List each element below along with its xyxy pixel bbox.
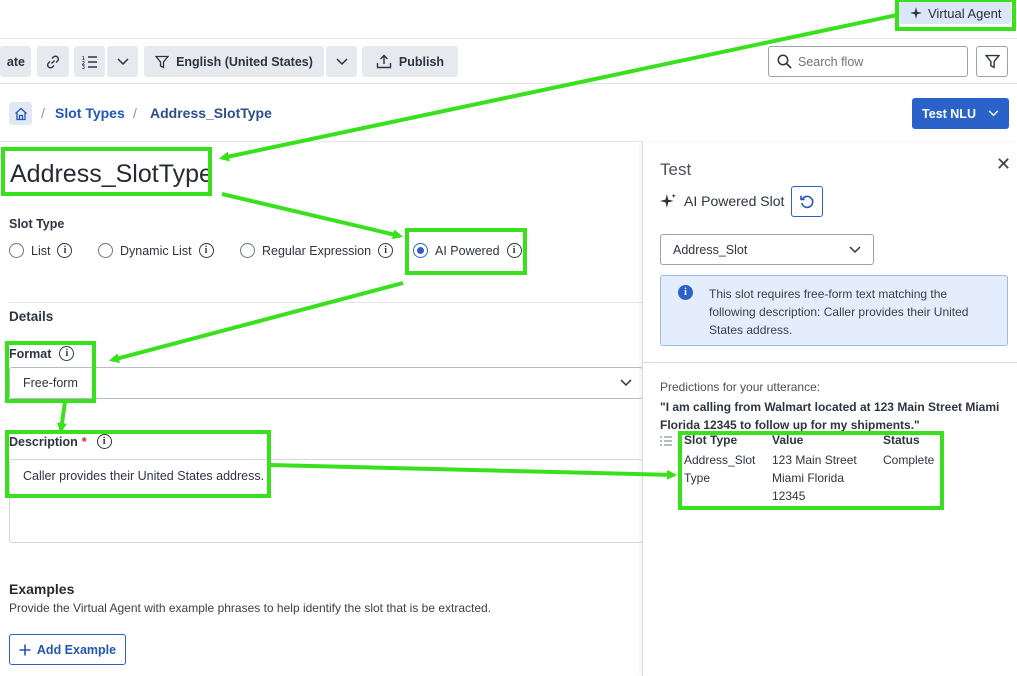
highlight-prediction-table [678, 431, 944, 510]
highlight-description [5, 430, 271, 498]
annotation-overlay [1, 0, 1016, 510]
highlight-virtual-agent [895, 0, 1016, 31]
arrow-description-to-table [269, 463, 677, 480]
arrow-format-to-description [57, 401, 67, 433]
arrow-va-to-title [219, 13, 898, 162]
arrow-title-to-ai [221, 192, 403, 240]
highlight-format [5, 341, 96, 403]
highlight-ai-powered [405, 228, 527, 275]
highlight-title [1, 147, 212, 196]
arrow-ai-to-format [109, 281, 404, 364]
